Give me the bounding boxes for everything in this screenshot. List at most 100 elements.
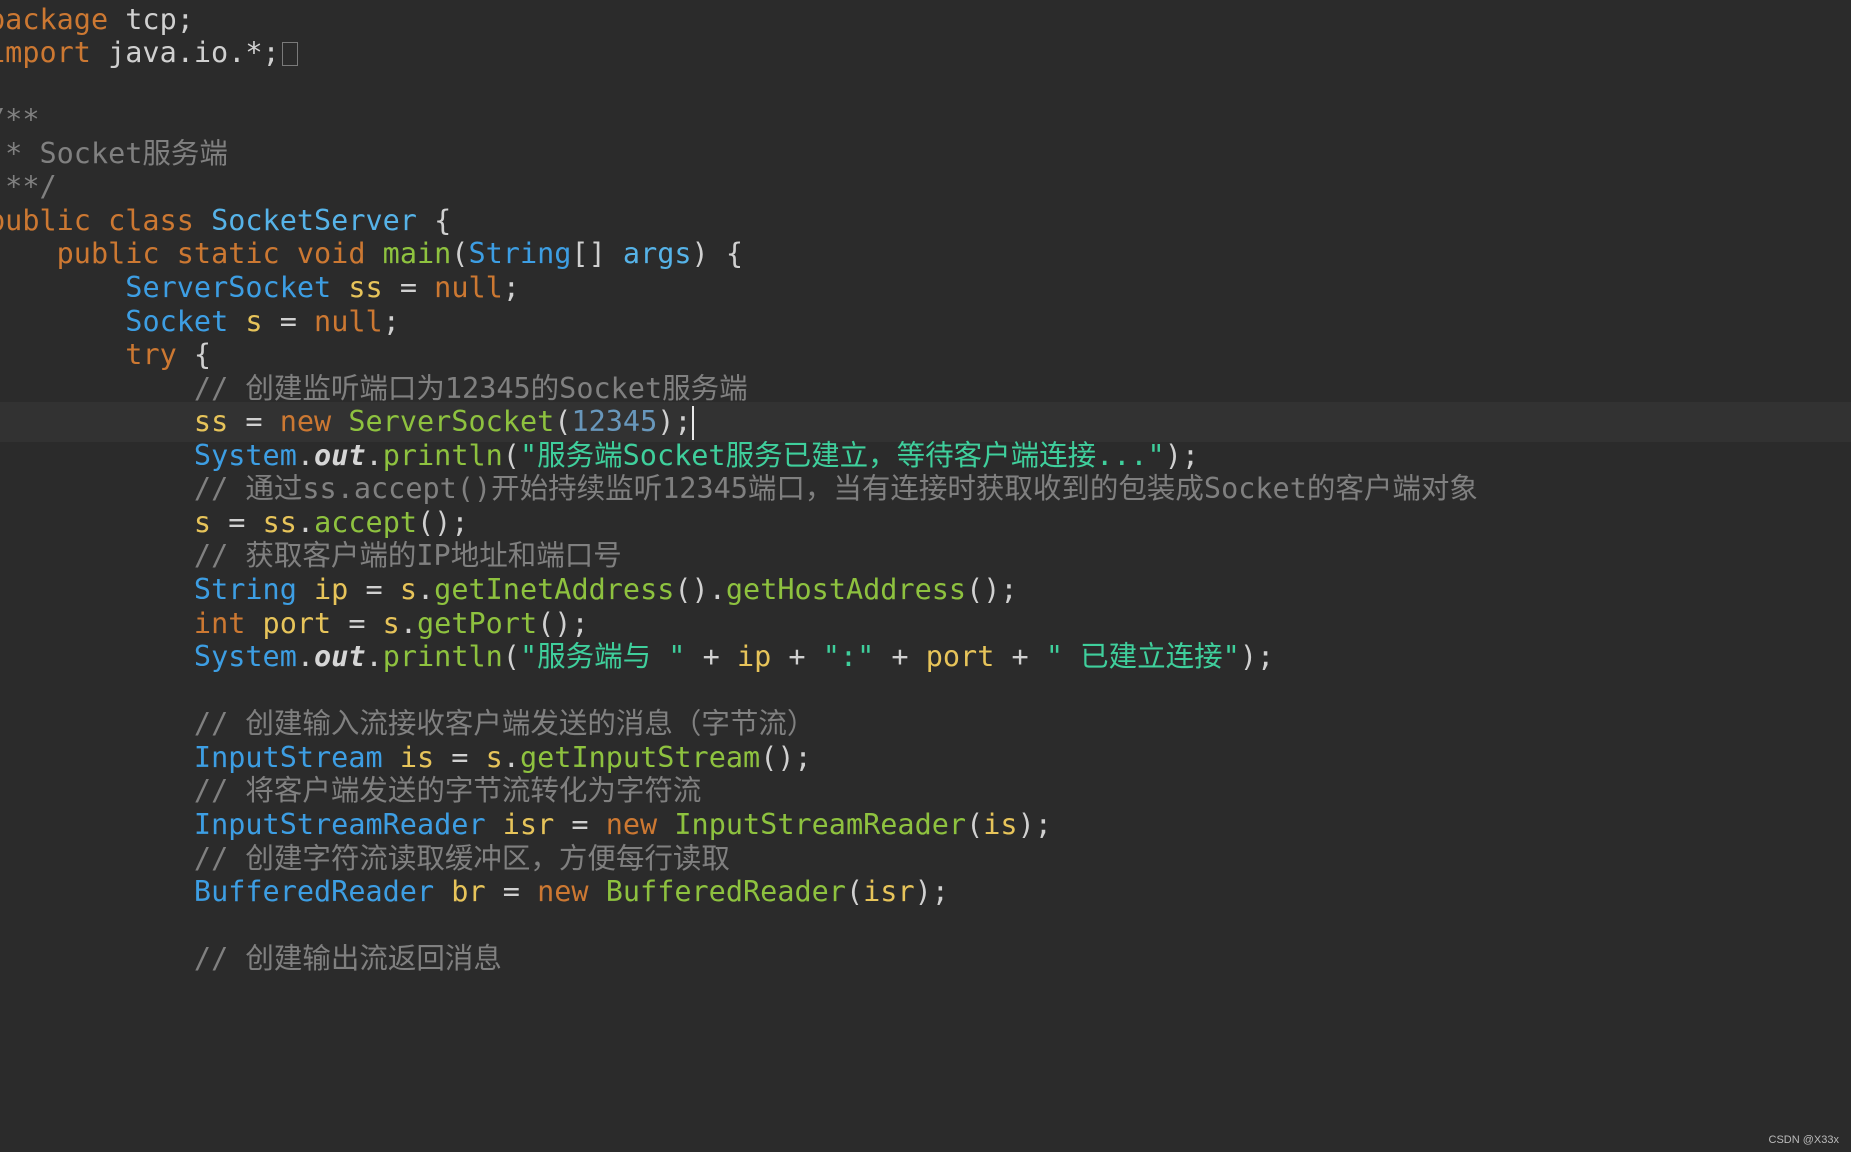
code-token: // 获取客户端的IP地址和端口号 — [193, 539, 622, 572]
code-token: = — [451, 741, 486, 774]
code-token: System — [193, 439, 297, 472]
code-token: args — [622, 237, 692, 270]
code-token: ); — [1017, 808, 1052, 841]
code-line[interactable]: // 创建输出流返回消息 — [0, 939, 1851, 979]
code-token: . — [296, 506, 315, 539]
code-token: . — [296, 439, 315, 472]
code-token: ( — [966, 808, 984, 841]
code-token: = — [348, 607, 383, 640]
code-token: BufferedReader — [193, 875, 435, 908]
code-token: null — [434, 271, 503, 304]
code-token: ( — [502, 439, 520, 472]
code-token: getPort — [417, 607, 538, 640]
code-token: isr — [863, 875, 915, 908]
code-token: ( — [845, 875, 864, 908]
code-token: SocketServer — [211, 204, 417, 237]
code-token: import — [0, 36, 91, 69]
code-token: package — [0, 3, 109, 36]
code-editor[interactable]: package tcp; import java.io.*; /** * Socke… — [0, 0, 1851, 1152]
code-token: ss — [193, 405, 246, 438]
code-token: main — [382, 237, 452, 270]
code-token: // 创建字符流读取缓冲区，方便每行读取 — [193, 842, 730, 875]
code-token: getInetAddress — [434, 573, 675, 606]
code-token: s — [228, 305, 280, 338]
code-token: port — [925, 640, 995, 673]
code-token: **/ — [5, 170, 57, 203]
code-token: ss — [262, 506, 297, 539]
text-caret-icon — [691, 406, 694, 440]
code-token: = — [502, 875, 538, 908]
code-token: Socket — [125, 305, 229, 338]
code-token: String — [468, 237, 572, 270]
code-token: { — [176, 338, 212, 371]
code-token: int — [193, 607, 246, 640]
code-token: ); — [1164, 439, 1200, 472]
code-token: ; — [502, 271, 520, 304]
code-token: . — [399, 607, 418, 640]
code-token: + — [685, 640, 737, 673]
code-token: ServerSocket — [125, 271, 332, 304]
code-token: BufferedReader — [605, 875, 846, 908]
code-token: ss — [331, 271, 400, 304]
fold-marker-icon[interactable] — [281, 42, 298, 66]
code-token: [] — [571, 237, 623, 270]
code-token: /** — [0, 103, 40, 136]
code-token: out — [314, 640, 366, 673]
code-line-content: // 创建输出流返回消息 — [0, 939, 502, 979]
code-token: + — [994, 640, 1046, 673]
code-token: is — [382, 741, 452, 774]
code-token: // 通过ss.accept()开始持续监听12345端口，当有连接时获取收到的… — [193, 472, 1478, 505]
code-token: isr — [485, 808, 572, 841]
code-token: = — [365, 573, 400, 606]
code-token: . — [502, 741, 520, 774]
code-token: out — [314, 439, 366, 472]
code-token: = — [228, 506, 263, 539]
code-token: port — [245, 607, 349, 640]
code-token: ( — [554, 405, 572, 438]
code-token: // 创建输出流返回消息 — [193, 942, 502, 975]
code-token: ServerSocket — [348, 405, 555, 438]
code-token: InputStreamReader — [674, 808, 967, 841]
code-token: ( — [451, 237, 469, 270]
code-token: try — [125, 338, 177, 371]
code-token: = — [279, 305, 315, 338]
code-token: accept — [314, 506, 418, 539]
code-token: + — [874, 640, 926, 673]
code-token: . — [296, 640, 315, 673]
code-token: InputStreamReader — [193, 808, 486, 841]
code-token: 12345 — [571, 405, 658, 438]
code-token: null — [314, 305, 383, 338]
code-token: = — [245, 405, 280, 438]
code-token: ); — [1239, 640, 1275, 673]
code-token: . — [417, 573, 435, 606]
code-token: " 已建立连接" — [1045, 640, 1240, 673]
code-token: ":" — [822, 640, 875, 673]
watermark: CSDN @X33x — [1768, 1134, 1839, 1146]
code-token: // 创建监听端口为12345的Socket服务端 — [193, 372, 748, 405]
code-token: String — [193, 573, 297, 606]
code-token: ); — [657, 405, 692, 438]
code-token: s — [382, 607, 400, 640]
code-token: . — [365, 640, 383, 673]
code-token: s — [399, 573, 417, 606]
code-token: "服务端与 " — [519, 640, 686, 673]
code-token: InputStream — [193, 741, 383, 774]
code-token: getInputStream — [519, 741, 761, 774]
code-token: // 将客户端发送的字节流转化为字符流 — [193, 774, 702, 807]
